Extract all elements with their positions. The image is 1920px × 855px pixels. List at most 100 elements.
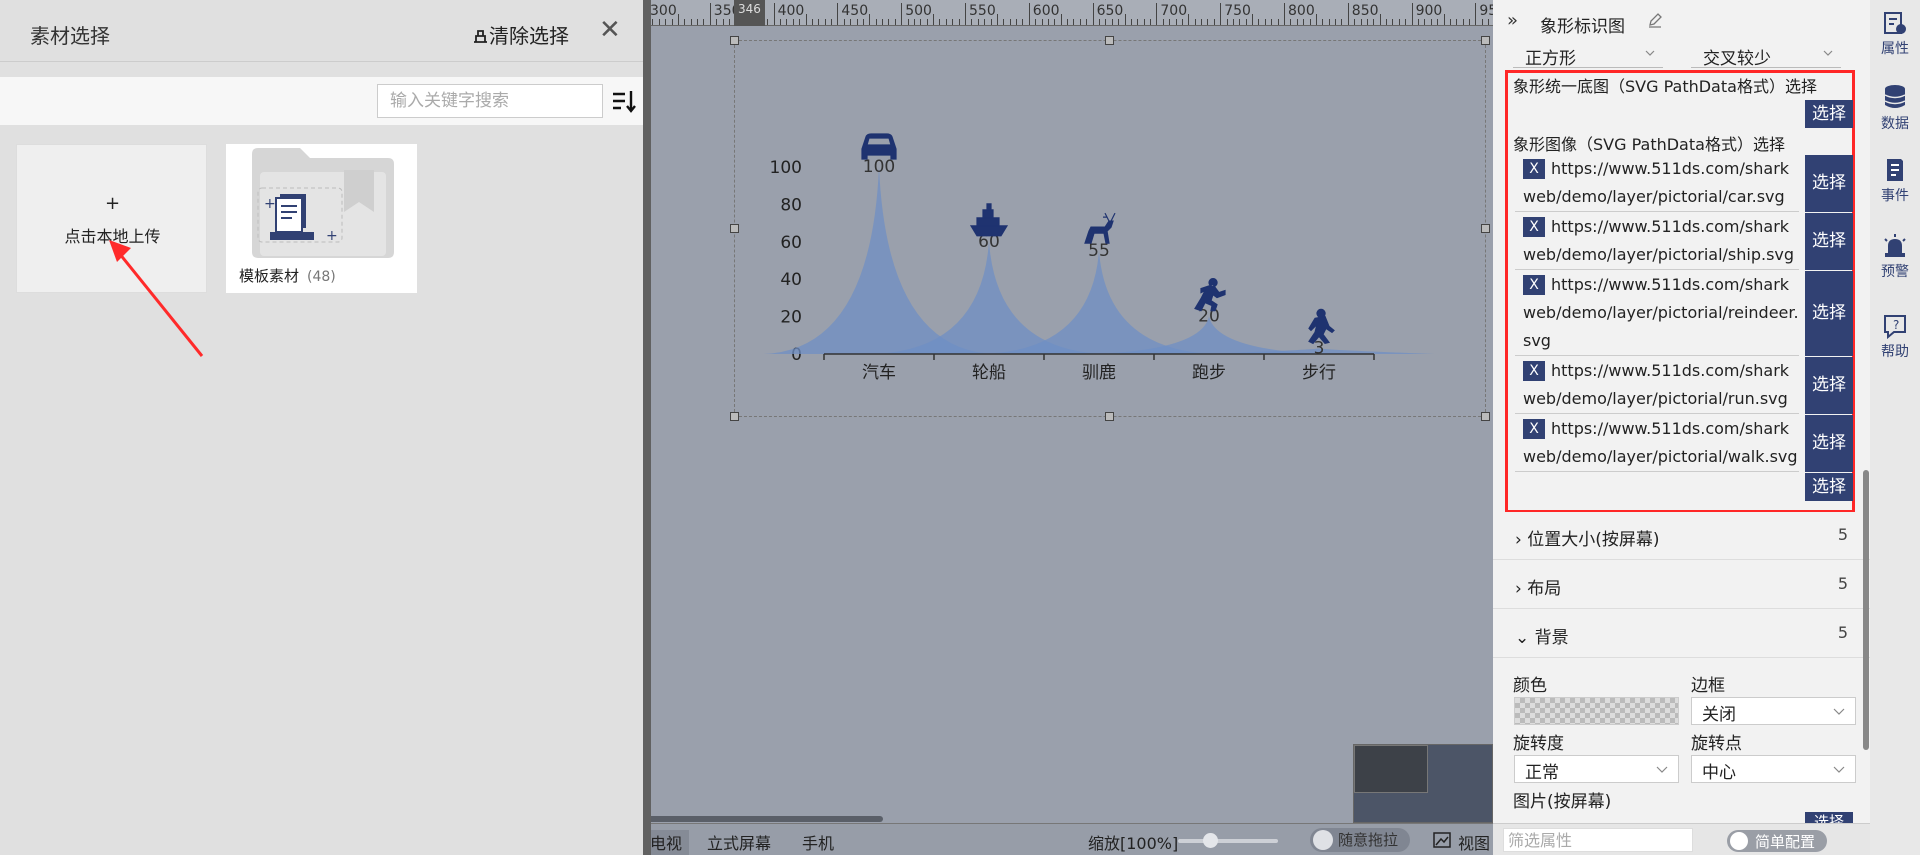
pictorial-chart[interactable]: 020406080100汽车 轮船 驯鹿 跑步 步行10060 55203 xyxy=(734,40,1486,417)
overlap-select-value: 交叉较少 xyxy=(1703,49,1771,69)
ruler-tick xyxy=(1022,19,1024,25)
simple-config-toggle[interactable]: 简单配置 xyxy=(1727,830,1827,852)
pick-button-ship[interactable]: 选择 xyxy=(1805,213,1853,270)
clear-selection-button[interactable]: 清除选择 xyxy=(472,20,569,49)
tab-properties[interactable]: 属性 xyxy=(1870,10,1920,58)
overlap-select[interactable]: 交叉较少 xyxy=(1691,44,1841,69)
tab-alarm[interactable]: 预警 xyxy=(1870,233,1920,281)
device-tab-vertical[interactable]: 立式屏幕 xyxy=(707,830,771,854)
device-tab-phone[interactable]: 手机 xyxy=(802,830,834,854)
url-text: https://www.511ds.com/sharkweb/demo/laye… xyxy=(1523,361,1790,408)
y-tick-label: 40 xyxy=(780,270,802,290)
remove-url-button[interactable]: X xyxy=(1523,361,1545,381)
database-icon xyxy=(1884,85,1906,108)
pivot-select[interactable]: 中心 xyxy=(1691,755,1856,783)
ruler-tick xyxy=(869,14,871,25)
ruler-tick xyxy=(716,19,718,25)
ruler-tick xyxy=(1347,3,1349,25)
ruler-tick xyxy=(933,14,935,25)
remove-url-button[interactable]: X xyxy=(1523,275,1545,295)
ruler-tick xyxy=(1488,19,1490,25)
remove-url-button[interactable]: X xyxy=(1523,217,1545,237)
ruler-tick xyxy=(1009,19,1011,25)
ruler-tick xyxy=(958,19,960,25)
ruler-tick xyxy=(1092,3,1094,25)
tab-label: 数据 xyxy=(1881,116,1909,132)
rotation-select[interactable]: 正常 xyxy=(1514,755,1679,783)
folder-icon: + + xyxy=(252,148,394,258)
ruler-tick xyxy=(1105,19,1107,25)
tab-event[interactable]: 事件 xyxy=(1870,157,1920,205)
minimap[interactable] xyxy=(1353,744,1493,823)
tab-help[interactable]: ? 帮助 xyxy=(1870,313,1920,361)
sort-icon[interactable] xyxy=(611,87,637,115)
x-tick-label: 跑步 xyxy=(1192,363,1226,383)
ruler-tick xyxy=(773,3,775,25)
section-count: 5 xyxy=(1837,574,1848,593)
ruler-tick xyxy=(697,19,699,25)
svg-text:+: + xyxy=(264,196,276,212)
horizontal-scrollbar[interactable] xyxy=(643,816,883,822)
view-label[interactable]: 视图 xyxy=(1458,830,1490,854)
tab-label: 属性 xyxy=(1881,41,1909,57)
svg-text:+: + xyxy=(326,228,338,244)
image-list-label: 象形图像（SVG PathData格式）选择 xyxy=(1513,135,1785,154)
ruler-label: 500 xyxy=(905,3,932,19)
ruler-tick xyxy=(1405,19,1407,25)
search-input[interactable] xyxy=(377,84,603,118)
ruler-tick xyxy=(1296,19,1298,25)
tab-data[interactable]: 数据 xyxy=(1870,83,1920,133)
remove-url-button[interactable]: X xyxy=(1523,419,1545,439)
ruler-tick xyxy=(1035,19,1037,25)
view-icon[interactable] xyxy=(1433,832,1451,848)
ruler-tick xyxy=(990,19,992,25)
value-label: 100 xyxy=(863,157,895,177)
ruler-tick xyxy=(888,19,890,25)
ruler-tick xyxy=(1475,3,1477,25)
filter-input[interactable] xyxy=(1503,828,1693,852)
color-picker[interactable] xyxy=(1514,697,1679,725)
properties-scrollbar[interactable] xyxy=(1863,470,1869,750)
pick-button-reindeer[interactable]: 选择 xyxy=(1805,271,1853,356)
zoom-slider-knob[interactable] xyxy=(1203,833,1218,848)
ruler-tick xyxy=(920,19,922,25)
template-label: 模板素材 (48) xyxy=(239,265,336,286)
ruler-tick xyxy=(1188,14,1190,25)
edit-icon[interactable] xyxy=(1647,12,1663,28)
pick-button-walk[interactable]: 选择 xyxy=(1805,415,1853,472)
bg-image-label: 图片(按屏幕) xyxy=(1513,792,1612,812)
ruler-tick xyxy=(894,19,896,25)
free-drag-toggle[interactable]: 随意拖拉 xyxy=(1310,828,1410,852)
zoom-slider[interactable] xyxy=(1178,839,1278,843)
ruler-position-marker: 346 xyxy=(734,0,765,26)
base-image-pick-button[interactable]: 选择 xyxy=(1805,100,1853,128)
expand-panel-icon[interactable]: » xyxy=(1507,10,1518,31)
close-icon[interactable]: ✕ xyxy=(599,15,621,45)
section-layout[interactable]: › 布局 5 xyxy=(1493,561,1870,609)
section-position-size[interactable]: › 位置大小(按屏幕) 5 xyxy=(1493,512,1870,560)
ruler-tick xyxy=(1130,19,1132,25)
alarm-icon xyxy=(1884,234,1906,257)
y-tick-label: 20 xyxy=(780,308,802,328)
template-material-card[interactable]: + + 模板素材 (48) xyxy=(226,144,417,293)
border-select[interactable]: 关闭 xyxy=(1691,697,1856,725)
shape-select[interactable]: 正方形 xyxy=(1513,44,1663,69)
ruler-tick xyxy=(1207,19,1209,25)
y-tick-label: 60 xyxy=(780,233,802,253)
ship-icon xyxy=(969,203,1009,237)
ruler-tick xyxy=(1392,19,1394,25)
remove-url-button[interactable]: X xyxy=(1523,159,1545,179)
ruler-tick xyxy=(901,3,903,25)
shape-select-value: 正方形 xyxy=(1525,49,1576,69)
ruler-tick xyxy=(837,3,839,25)
pick-button-car[interactable]: 选择 xyxy=(1805,155,1853,212)
pick-button-run[interactable]: 选择 xyxy=(1805,357,1853,414)
color-label: 颜色 xyxy=(1513,676,1547,696)
pick-button-new[interactable]: 选择 xyxy=(1805,473,1853,501)
section-background[interactable]: ⌄ 背景 5 xyxy=(1493,610,1870,658)
ruler-tick xyxy=(1175,19,1177,25)
ruler-tick xyxy=(1284,3,1285,25)
minimap-viewport[interactable] xyxy=(1354,745,1428,793)
ruler-tick xyxy=(767,19,769,25)
canvas-workspace[interactable]: 300 350 400 450 500 550 600 650 700 750 800 850 900 9… xyxy=(643,0,1493,855)
